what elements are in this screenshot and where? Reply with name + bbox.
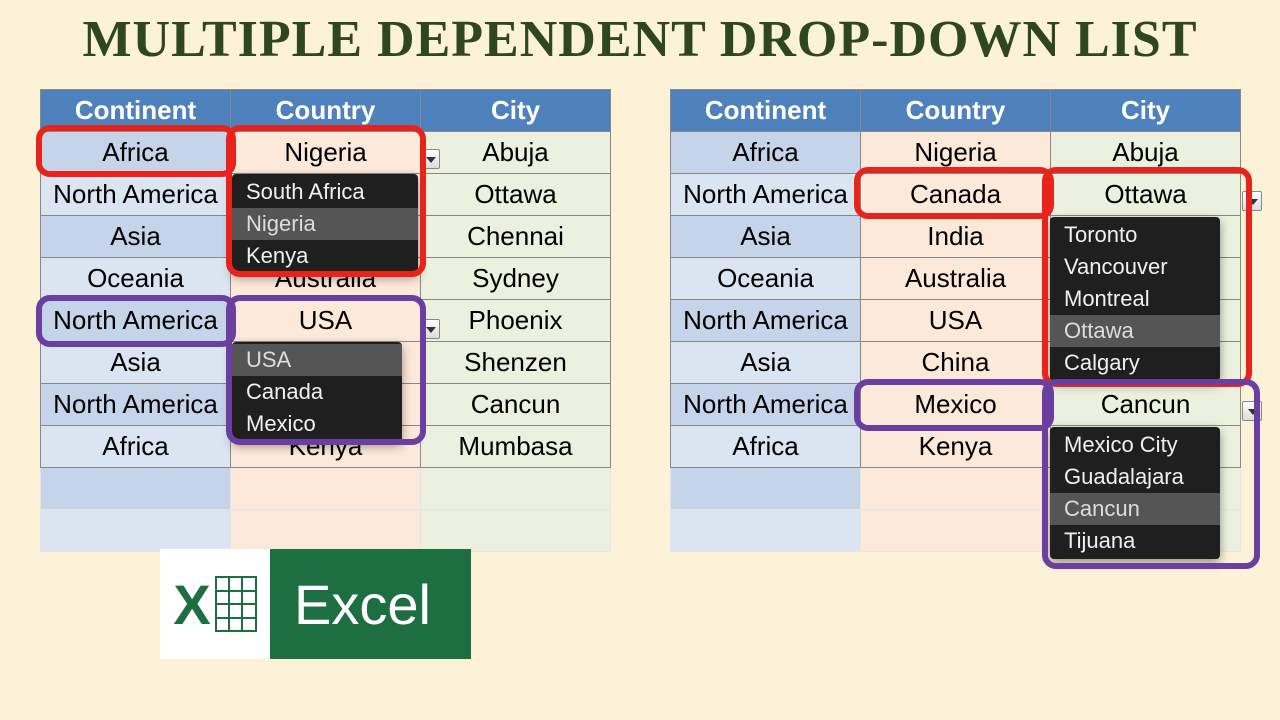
table-row[interactable]: North America USA Phoenix (41, 300, 611, 342)
option[interactable]: Ottawa (1050, 315, 1220, 347)
option[interactable]: Mexico City (1050, 429, 1220, 461)
cell-city[interactable]: Shenzen (421, 342, 611, 384)
cell-continent[interactable]: Oceania (41, 258, 231, 300)
cell-continent[interactable]: Oceania (671, 258, 861, 300)
cell-continent[interactable]: Africa (41, 132, 231, 174)
option[interactable]: Guadalajara (1050, 461, 1220, 493)
cell-continent[interactable]: North America (41, 174, 231, 216)
th-country: Country (231, 90, 421, 132)
option[interactable]: Montreal (1050, 283, 1220, 315)
option[interactable]: Vancouver (1050, 251, 1220, 283)
cell-continent[interactable]: Africa (671, 132, 861, 174)
cell-continent[interactable]: North America (671, 174, 861, 216)
cell-city[interactable]: Cancun (421, 384, 611, 426)
th-city: City (1051, 90, 1241, 132)
cell-continent[interactable]: Africa (671, 426, 861, 468)
excel-logo: X Excel (160, 549, 471, 659)
cell-country[interactable]: Nigeria (231, 132, 421, 174)
cell-city[interactable]: Ottawa (421, 174, 611, 216)
cell-city[interactable]: Ottawa (1051, 174, 1241, 216)
cell-country[interactable]: Mexico (861, 384, 1051, 426)
cell-country[interactable]: USA (231, 300, 421, 342)
cell-continent[interactable]: Asia (671, 342, 861, 384)
option[interactable]: Cancun (1050, 493, 1220, 525)
cell-city[interactable]: Chennai (421, 216, 611, 258)
option[interactable]: Canada (232, 376, 402, 408)
table-row[interactable]: North America Mexico Cancun (671, 384, 1241, 426)
cell-continent[interactable]: Asia (41, 342, 231, 384)
cell-continent[interactable]: North America (41, 384, 231, 426)
option[interactable]: Tijuana (1050, 525, 1220, 557)
page-title: MULTIPLE DEPENDENT DROP-DOWN LIST (0, 0, 1280, 69)
country-dropdown-africa[interactable]: South Africa Nigeria Kenya (232, 174, 418, 274)
cell-city[interactable]: Phoenix (421, 300, 611, 342)
excel-logo-tile: X (160, 549, 270, 659)
cell-continent[interactable]: North America (671, 384, 861, 426)
option[interactable]: Nigeria (232, 208, 418, 240)
cell-city[interactable]: Mumbasa (421, 426, 611, 468)
cell-country[interactable]: Kenya (861, 426, 1051, 468)
country-dropdown-na[interactable]: USA Canada Mexico (232, 342, 402, 442)
option[interactable]: Calgary (1050, 347, 1220, 379)
excel-logo-word: Excel (294, 572, 431, 637)
cell-country[interactable]: India (861, 216, 1051, 258)
table-row[interactable]: North America Canada Ottawa (671, 174, 1241, 216)
left-table: Continent Country City Africa Nigeria Ab… (40, 89, 611, 552)
option[interactable]: Mexico (232, 408, 402, 440)
dropdown-btn[interactable] (1242, 401, 1262, 421)
excel-logo-letter: X (173, 572, 210, 637)
dropdown-btn[interactable] (420, 149, 440, 169)
excel-logo-grid-icon (215, 576, 257, 632)
dropdown-btn[interactable] (1242, 191, 1262, 211)
cell-city[interactable]: Sydney (421, 258, 611, 300)
th-continent: Continent (41, 90, 231, 132)
th-country: Country (861, 90, 1051, 132)
table-row (41, 468, 611, 510)
table-row[interactable]: Africa Nigeria Abuja (671, 132, 1241, 174)
cell-country[interactable]: Canada (861, 174, 1051, 216)
city-dropdown-mexico[interactable]: Mexico City Guadalajara Cancun Tijuana (1050, 427, 1220, 559)
cell-country[interactable]: China (861, 342, 1051, 384)
cell-country[interactable]: USA (861, 300, 1051, 342)
cell-continent[interactable]: North America (671, 300, 861, 342)
cell-country[interactable]: Nigeria (861, 132, 1051, 174)
table-row (41, 510, 611, 552)
table-row[interactable]: Africa Nigeria Abuja (41, 132, 611, 174)
cell-country[interactable]: Australia (861, 258, 1051, 300)
dropdown-btn[interactable] (420, 319, 440, 339)
option[interactable]: Kenya (232, 240, 418, 272)
option[interactable]: South Africa (232, 176, 418, 208)
cell-continent[interactable]: Asia (671, 216, 861, 258)
cell-city[interactable]: Cancun (1051, 384, 1241, 426)
option[interactable]: USA (232, 344, 402, 376)
cell-city[interactable]: Abuja (421, 132, 611, 174)
cell-continent[interactable]: Africa (41, 426, 231, 468)
cell-city[interactable]: Abuja (1051, 132, 1241, 174)
th-city: City (421, 90, 611, 132)
stage: Continent Country City Africa Nigeria Ab… (0, 69, 1280, 689)
city-dropdown-canada[interactable]: Toronto Vancouver Montreal Ottawa Calgar… (1050, 217, 1220, 381)
option[interactable]: Toronto (1050, 219, 1220, 251)
th-continent: Continent (671, 90, 861, 132)
cell-continent[interactable]: Asia (41, 216, 231, 258)
cell-continent[interactable]: North America (41, 300, 231, 342)
